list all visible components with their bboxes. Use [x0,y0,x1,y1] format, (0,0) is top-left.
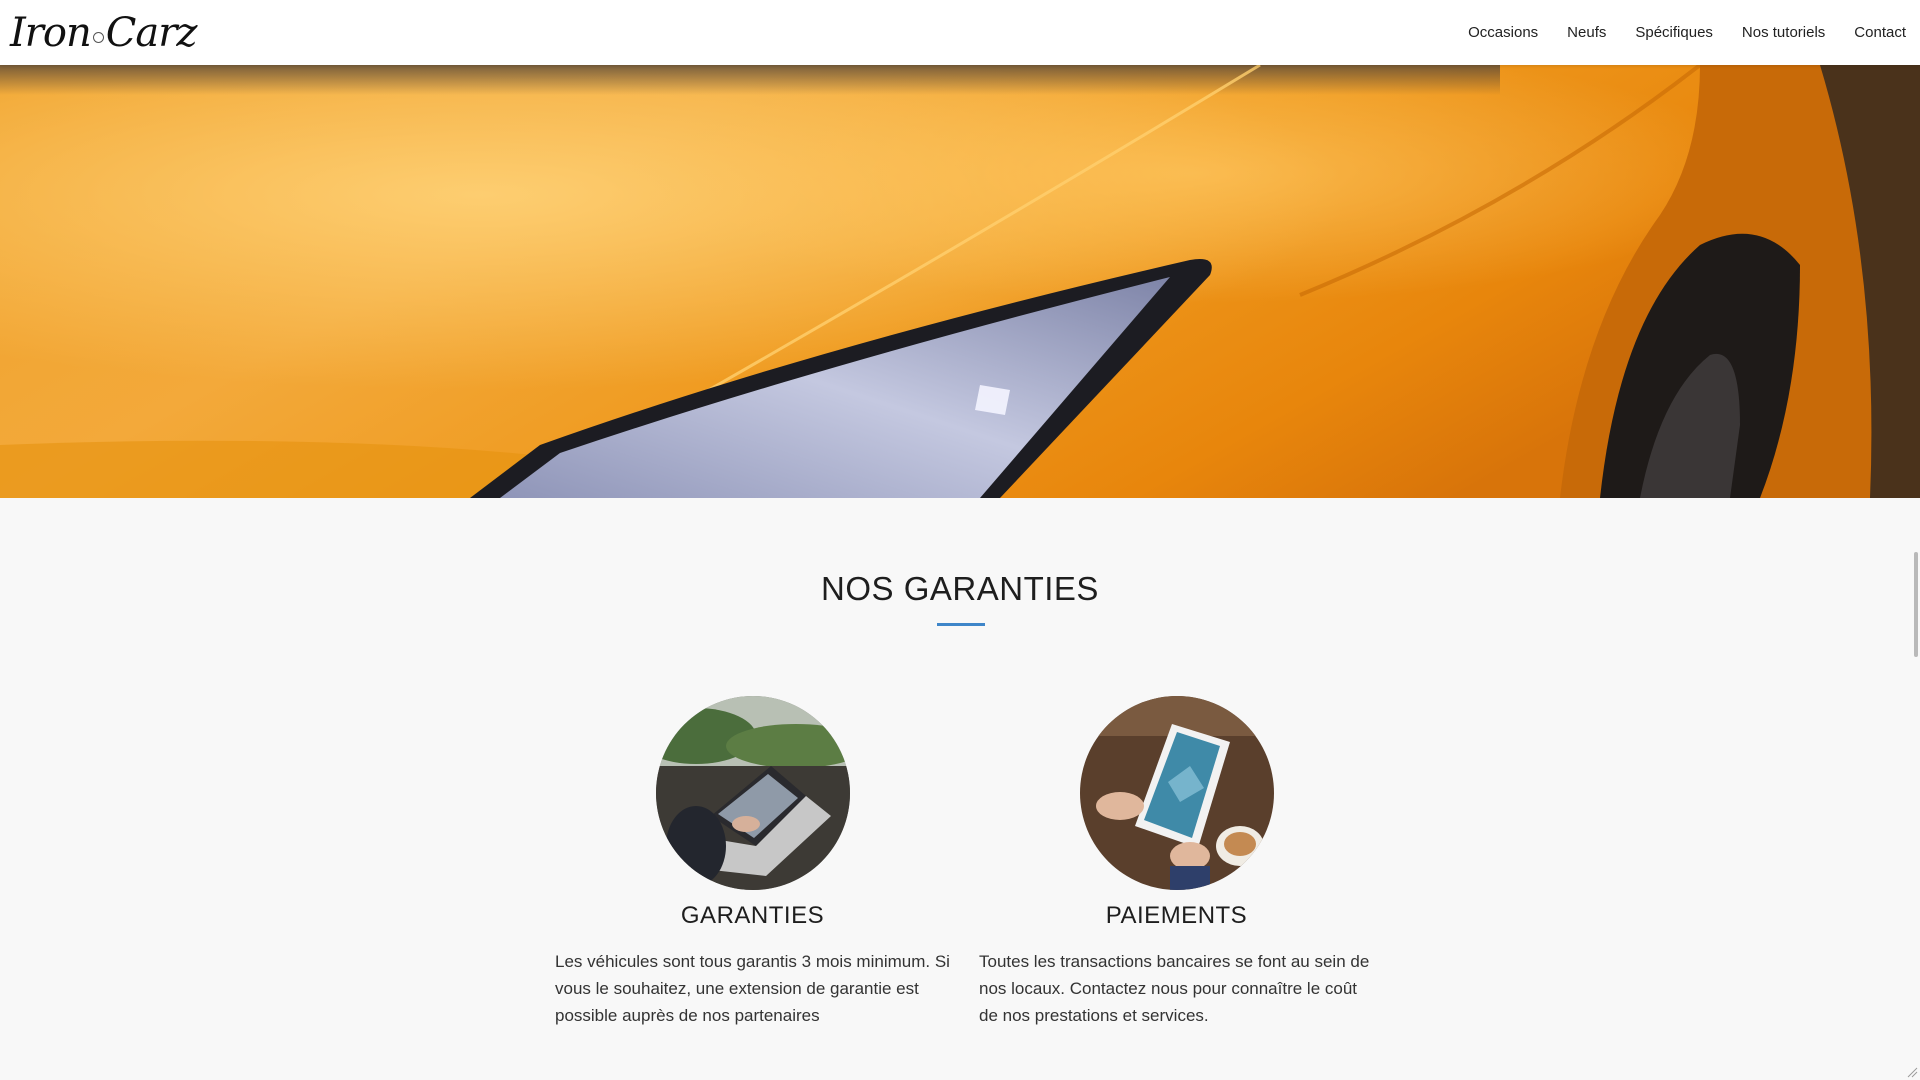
site-header: Iron ® Carz Occasions Neufs Spécifiques … [0,0,1920,65]
tablet-photo-icon [1079,696,1274,890]
page: Iron ® Carz Occasions Neufs Spécifiques … [0,0,1920,1080]
logo-text-right: Carz [105,10,198,56]
feature-text-payments: Toutes les transactions bancaires se fon… [979,952,1370,1025]
feature-title-payments: PAIEMENTS [1105,902,1248,929]
hero-banner-image [0,65,1920,498]
logo-registered-icon: ® [92,31,104,43]
nav-link-tutoriels[interactable]: Nos tutoriels [1742,24,1825,41]
scrollbar-thumb[interactable] [1914,552,1918,657]
logo-text-left: Iron [10,10,92,56]
site-logo[interactable]: Iron ® Carz [10,4,198,62]
laptop-photo-icon [655,696,850,890]
title-underline [937,623,985,626]
nav-link-specifiques[interactable]: Spécifiques [1635,24,1713,41]
feature-guarantees: GARANTIES Les véhicules sont tous garant… [555,696,950,1029]
main-nav: Occasions Neufs Spécifiques Nos tutoriel… [1468,0,1906,65]
feature-payments: PAIEMENTS Toutes les transactions bancai… [979,696,1374,1029]
feature-title-guarantees: GARANTIES [680,902,825,929]
nav-link-neufs[interactable]: Neufs [1567,24,1606,41]
section-title: NOS GARANTIES [821,570,1099,607]
feature-text-guarantees: Les véhicules sont tous garantis 3 mois … [555,952,950,1025]
resize-grip-icon [1907,1067,1918,1078]
guarantees-section: NOS GARANTIES GARANTIES Les véhicules so… [0,498,1920,1080]
nav-link-contact[interactable]: Contact [1854,24,1906,41]
page-scrollbar[interactable] [1911,65,1920,1080]
nav-link-occasions[interactable]: Occasions [1468,24,1538,41]
